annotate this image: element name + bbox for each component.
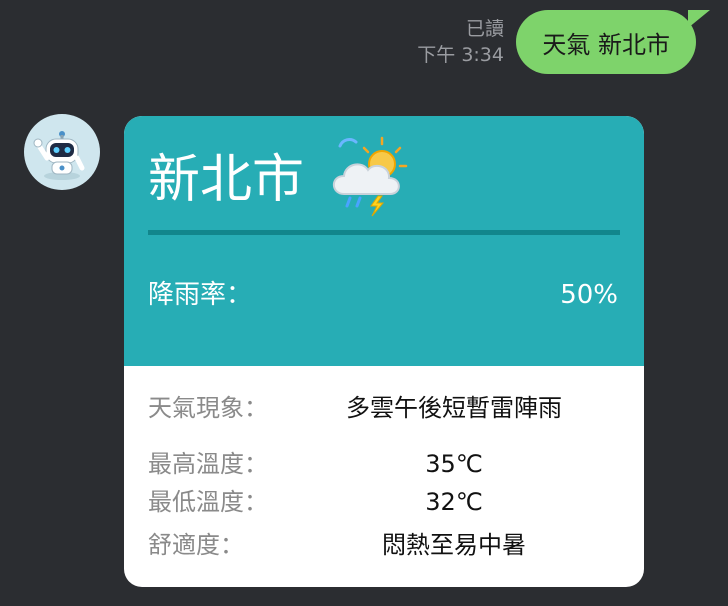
rain-probability-label: 降雨率：	[148, 280, 253, 310]
comfort-label: 舒適度：	[148, 531, 244, 559]
max-temp-label: 最高溫度：	[148, 450, 268, 478]
min-temp-value: 32℃	[425, 488, 483, 516]
bot-avatar[interactable]	[24, 114, 100, 190]
read-status: 已讀	[465, 18, 504, 40]
rain-probability-value: 50%	[560, 280, 618, 310]
outgoing-message-text: 天氣 新北市	[542, 30, 670, 59]
city-name: 新北市	[148, 150, 305, 210]
cloud-sun-thunder-icon	[332, 136, 408, 217]
weather-phenomenon-value: 多雲午後短暫雷陣雨	[346, 394, 562, 422]
message-meta: 已讀 下午 3:34	[417, 16, 504, 68]
comfort-value: 悶熱至易中暑	[382, 531, 526, 559]
outgoing-message-bubble[interactable]: 天氣 新北市	[516, 10, 696, 74]
weather-phenomenon-label: 天氣現象：	[148, 394, 268, 422]
min-temp-label: 最低溫度：	[148, 488, 268, 516]
robot-icon	[33, 131, 85, 180]
message-time: 下午 3:34	[417, 44, 504, 66]
header-divider	[148, 230, 620, 235]
max-temp-value: 35℃	[425, 450, 483, 478]
weather-card-header: 新北市 降雨率： 50%	[124, 116, 644, 366]
weather-card[interactable]: 新北市 降雨率： 50% 天氣現象： 多雲午後短暫雷陣雨 最高溫度： 35℃ 最…	[124, 116, 644, 587]
